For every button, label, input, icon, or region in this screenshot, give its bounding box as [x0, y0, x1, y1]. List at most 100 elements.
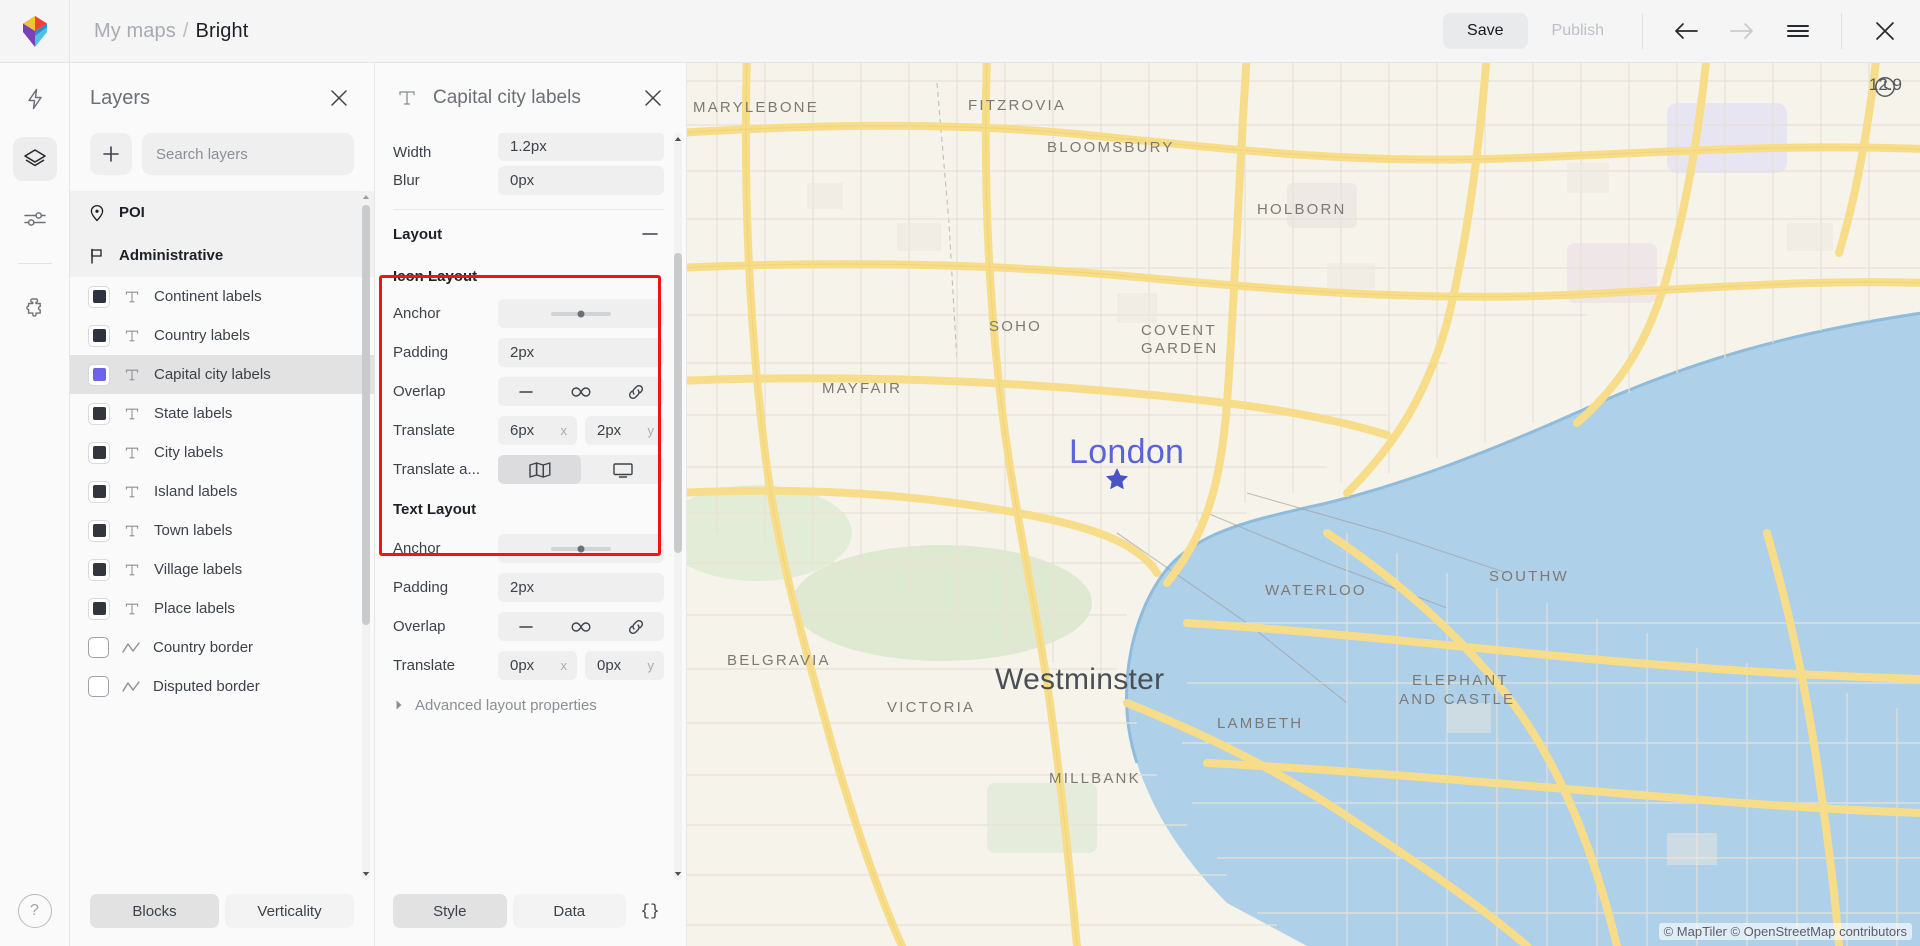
text-anchor-slider[interactable] [498, 534, 664, 563]
layer-row-label: City labels [154, 444, 223, 461]
layers-search-bar [70, 133, 374, 191]
layer-group-poi[interactable]: POI [70, 191, 374, 234]
icon-translate-x-field[interactable]: 6px x [498, 416, 577, 445]
layer-color-swatch[interactable] [88, 325, 110, 347]
map-attribution[interactable]: © MapTiler © OpenStreetMap contributors [1659, 923, 1912, 940]
layout-collapse-button[interactable] [636, 220, 664, 248]
layer-color-swatch[interactable] [88, 442, 110, 464]
json-view-button[interactable]: {} [632, 894, 668, 928]
save-button[interactable]: Save [1443, 13, 1527, 49]
rail-item-settings[interactable] [13, 197, 57, 241]
text-layer-icon [123, 406, 141, 422]
layers-scrollbar[interactable] [362, 191, 370, 880]
breadcrumb-separator: / [183, 20, 189, 42]
layer-row-disputed-border[interactable]: Disputed border [70, 667, 374, 706]
back-button[interactable] [1659, 4, 1713, 58]
slider-knob[interactable] [578, 545, 585, 552]
icon-overlap-cooperative-button[interactable] [609, 377, 664, 406]
app-logo[interactable] [0, 0, 70, 62]
scroll-down-arrow[interactable] [362, 868, 370, 880]
text-translate-y-field[interactable]: 0px y [585, 651, 664, 680]
rail-item-layers[interactable] [13, 137, 57, 181]
forward-button[interactable] [1715, 4, 1769, 58]
icon-anchor-slider[interactable] [498, 299, 664, 328]
scroll-up-arrow[interactable] [362, 191, 370, 203]
maptiler-logo-icon [20, 14, 50, 48]
prop-label-text-anchor: Anchor [393, 540, 498, 557]
layer-row-capital-city-labels[interactable]: Capital city labels [70, 355, 374, 394]
properties-scroll-area[interactable]: Width 1.2px Blur 0px Layout [375, 133, 686, 880]
prop-field-width[interactable]: 1.2px [498, 133, 664, 161]
rail-item-quick-actions[interactable] [13, 77, 57, 121]
properties-panel-title: Capital city labels [433, 87, 622, 109]
layer-row-label: Village labels [154, 561, 242, 578]
layer-row-island-labels[interactable]: Island labels [70, 472, 374, 511]
icon-overlap-none-button[interactable] [498, 377, 553, 406]
tab-style[interactable]: Style [393, 894, 507, 928]
layers-panel-close-button[interactable] [324, 83, 354, 113]
layer-row-country-border[interactable]: Country border [70, 628, 374, 667]
divider [1841, 13, 1842, 49]
text-translate-x-value: 0px [510, 657, 534, 674]
layer-row-city-labels[interactable]: City labels [70, 433, 374, 472]
scrollbar-thumb[interactable] [674, 253, 682, 553]
layer-color-swatch[interactable] [88, 403, 110, 425]
icon-translate-y-field[interactable]: 2px y [585, 416, 664, 445]
clock-icon[interactable] [1873, 75, 1897, 99]
text-translate-x-field[interactable]: 0px x [498, 651, 577, 680]
publish-button[interactable]: Publish [1530, 13, 1626, 49]
prop-field-blur[interactable]: 0px [498, 166, 664, 195]
scroll-down-arrow[interactable] [674, 868, 682, 880]
layer-color-swatch[interactable] [88, 286, 110, 308]
menu-button[interactable] [1771, 4, 1825, 58]
tab-blocks[interactable]: Blocks [90, 894, 219, 928]
search-layers-input[interactable] [142, 133, 354, 175]
layer-row-town-labels[interactable]: Town labels [70, 511, 374, 550]
rail-item-plugins[interactable] [13, 286, 57, 330]
tab-verticality[interactable]: Verticality [225, 894, 354, 928]
layout-section-header[interactable]: Layout [393, 210, 664, 258]
text-translate-y-value: 0px [597, 657, 621, 674]
top-actions: Save Publish [1443, 0, 1920, 62]
scrollbar-thumb[interactable] [362, 205, 370, 625]
lightning-bolt-icon [23, 87, 47, 111]
layer-color-swatch[interactable] [88, 559, 110, 581]
layer-row-country-labels[interactable]: Country labels [70, 316, 374, 355]
map-zoom-indicator: 12.9 [1869, 75, 1902, 95]
properties-scrollbar[interactable] [674, 133, 682, 880]
close-editor-button[interactable] [1858, 4, 1912, 58]
layer-row-village-labels[interactable]: Village labels [70, 550, 374, 589]
hamburger-menu-icon [1785, 21, 1811, 41]
layer-visibility-checkbox[interactable] [88, 637, 109, 658]
layers-list[interactable]: POI Administrative Continent labelsCount… [70, 191, 374, 880]
prop-row-text-overlap: Overlap [393, 607, 664, 646]
slider-knob[interactable] [578, 310, 585, 317]
text-padding-field[interactable]: 2px [498, 573, 664, 602]
layer-color-swatch[interactable] [88, 481, 110, 503]
help-button[interactable]: ? [18, 894, 52, 928]
add-layer-button[interactable] [90, 133, 132, 175]
icon-padding-field[interactable]: 2px [498, 338, 664, 367]
advanced-layout-properties-toggle[interactable]: Advanced layout properties [393, 685, 664, 725]
icon-overlap-always-button[interactable] [553, 377, 608, 406]
icon-translate-anchor-viewport-button[interactable] [581, 455, 664, 484]
tab-data[interactable]: Data [513, 894, 627, 928]
scroll-up-arrow[interactable] [674, 133, 682, 145]
layer-color-swatch[interactable] [88, 598, 110, 620]
layer-row-place-labels[interactable]: Place labels [70, 589, 374, 628]
icon-translate-anchor-map-button[interactable] [498, 455, 581, 484]
text-overlap-cooperative-button[interactable] [609, 612, 664, 641]
breadcrumb-root[interactable]: My maps [94, 20, 176, 42]
text-overlap-always-button[interactable] [553, 612, 608, 641]
layer-row-state-labels[interactable]: State labels [70, 394, 374, 433]
layer-group-administrative[interactable]: Administrative [70, 234, 374, 277]
text-overlap-none-button[interactable] [498, 612, 553, 641]
map-pin-icon [88, 204, 106, 222]
puzzle-piece-icon [22, 295, 48, 321]
layer-visibility-checkbox[interactable] [88, 676, 109, 697]
layer-color-swatch[interactable] [88, 364, 110, 386]
map-canvas[interactable]: MARYLEBONEFITZROVIABLOOMSBURYHOLBORNSOHO… [687, 63, 1920, 946]
properties-panel-close-button[interactable] [638, 83, 668, 113]
layer-color-swatch[interactable] [88, 520, 110, 542]
layer-row-continent-labels[interactable]: Continent labels [70, 277, 374, 316]
